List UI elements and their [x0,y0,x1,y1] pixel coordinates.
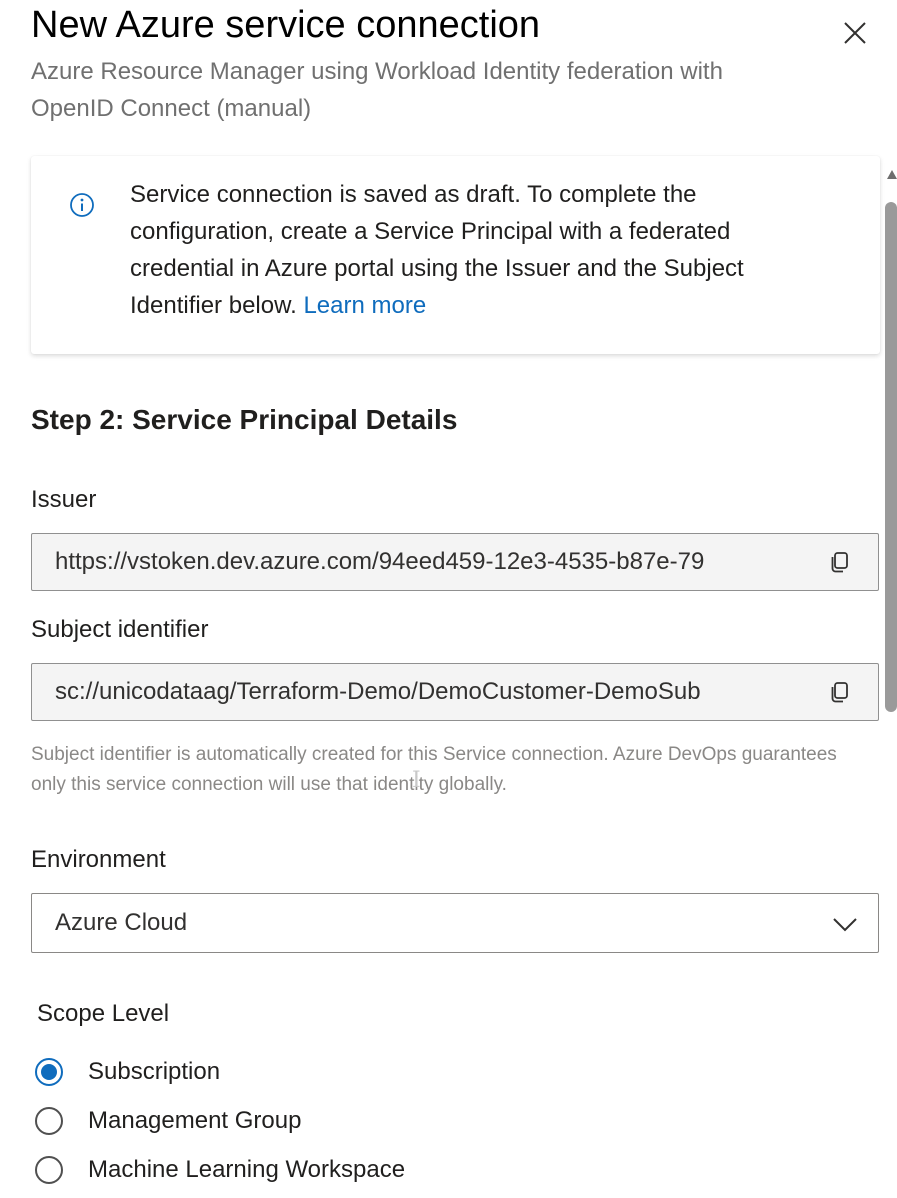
issuer-field[interactable]: https://vstoken.dev.azure.com/94eed459-1… [31,533,879,591]
radio-subscription[interactable]: Subscription [35,1054,220,1090]
close-button[interactable] [838,16,872,50]
radio-unchecked-icon[interactable] [35,1107,63,1135]
environment-dropdown[interactable]: Azure Cloud [31,893,879,953]
info-banner-text: Service connection is saved as draft. To… [130,176,830,324]
radio-management-group[interactable]: Management Group [35,1103,301,1139]
scope-level-label: Scope Level [37,1000,170,1027]
text-cursor-icon: I [412,768,421,793]
info-icon [70,193,94,217]
issuer-label: Issuer [31,486,97,513]
radio-label-machine-learning-workspace[interactable]: Machine Learning Workspace [88,1156,405,1184]
subject-identifier-value[interactable]: sc://unicodataag/Terraform-Demo/DemoCust… [55,664,805,720]
radio-machine-learning-workspace[interactable]: Machine Learning Workspace [35,1152,405,1188]
radio-label-subscription[interactable]: Subscription [88,1058,220,1086]
chevron-down-icon[interactable] [832,911,858,937]
learn-more-link[interactable]: Learn more [303,292,426,319]
radio-label-management-group[interactable]: Management Group [88,1107,301,1135]
radio-unchecked-icon[interactable] [35,1156,63,1184]
subject-identifier-label: Subject identifier [31,616,209,643]
close-icon [844,22,866,44]
issuer-value[interactable]: https://vstoken.dev.azure.com/94eed459-1… [55,534,805,590]
dialog-subtitle: Azure Resource Manager using Workload Id… [31,58,723,122]
copy-icon[interactable] [828,550,852,574]
copy-icon[interactable] [828,680,852,704]
dialog-title: New Azure service connection [31,4,541,46]
scrollbar-thumb[interactable] [885,202,897,712]
subject-identifier-helper: Subject identifier is automatically crea… [31,744,837,795]
info-banner: Service connection is saved as draft. To… [31,156,880,354]
step-heading: Step 2: Service Principal Details [31,404,458,435]
scroll-up-arrow-icon[interactable] [887,170,897,179]
subject-identifier-field[interactable]: sc://unicodataag/Terraform-Demo/DemoCust… [31,663,879,721]
radio-checked-icon[interactable] [35,1058,63,1086]
environment-selected[interactable]: Azure Cloud [55,894,187,952]
info-message: Service connection is saved as draft. To… [130,181,744,319]
environment-label: Environment [31,846,166,873]
